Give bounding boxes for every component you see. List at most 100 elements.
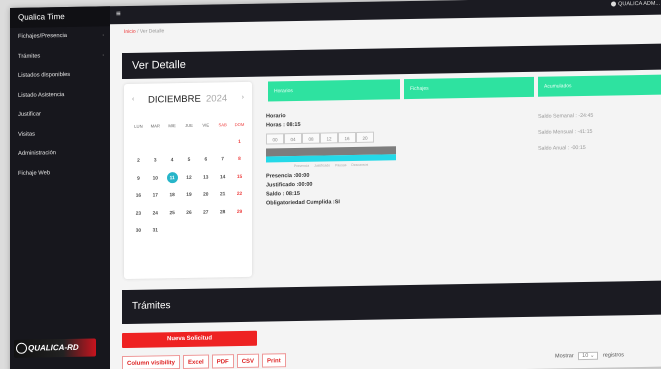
calendar-day[interactable]: 24 — [147, 209, 164, 227]
page-length-select[interactable]: 10 ⌄ — [578, 351, 599, 361]
calendar-day[interactable]: 6 — [197, 155, 214, 173]
calendar-day[interactable]: 21 — [214, 190, 231, 208]
show-label: Mostrar — [555, 353, 574, 360]
calendar-day[interactable]: 7 — [214, 155, 231, 173]
tab-acumulados[interactable]: Acumulados — [538, 74, 661, 97]
horario-summary: Presencia :00:00 Justificado :00:00 Sald… — [266, 170, 426, 209]
calendar-day[interactable]: 17 — [147, 191, 164, 209]
calendar-day[interactable]: 13 — [197, 173, 214, 191]
calendar-day[interactable]: 11 — [164, 171, 181, 192]
user-menu[interactable]: QUALICA ADM... — [611, 1, 660, 8]
calendar-day[interactable]: 10 — [147, 174, 164, 192]
screen: Qualica Time Fichajes/Presencia › Trámit… — [0, 0, 661, 369]
weekday-label: JUE — [184, 122, 193, 128]
sidebar-item-administracion[interactable]: Administración — [10, 143, 110, 164]
time-slot: 08 — [302, 132, 320, 144]
calendar-empty-cell — [181, 138, 198, 156]
calendar-day[interactable]: 15 — [231, 172, 248, 190]
breadcrumb-separator: / — [137, 28, 139, 35]
chevron-right-icon: › — [102, 32, 104, 39]
sidebar-item-label: Fichajes/Presencia — [18, 33, 67, 40]
calendar-day[interactable]: 8 — [231, 155, 248, 173]
calendar-empty-cell — [164, 139, 181, 157]
chevron-left-icon[interactable]: ‹ — [132, 96, 134, 103]
saldos-panel: Saldo Semanal : -24:45 Saldo Mensual : -… — [538, 108, 593, 157]
chevron-down-icon: ⌄ — [589, 352, 595, 359]
schedule-bar — [266, 146, 396, 163]
calendar-day[interactable]: 26 — [181, 208, 198, 226]
schedule-bar-presence — [266, 154, 396, 163]
weekday-label: VIE — [202, 122, 210, 128]
week-row: 16 17 18 19 20 21 22 — [130, 190, 248, 210]
breadcrumb-home-link[interactable]: Inicio — [124, 29, 136, 35]
print-button[interactable]: Print — [262, 353, 286, 368]
csv-button[interactable]: CSV — [236, 353, 260, 369]
records-label: registros — [602, 352, 625, 359]
page-length-control: Mostrar 10 ⌄ registros — [555, 351, 625, 361]
weekday-row: LUN MAR MIE JUE VIE SAB DOM — [130, 120, 248, 140]
sidebar-item-fichajes[interactable]: Fichajes/Presencia › — [10, 26, 110, 47]
calendar-day[interactable]: 12 — [181, 173, 198, 191]
breadcrumb: Inicio / Ver Detalle — [124, 28, 164, 35]
sidebar-item-label: Listados disponibles — [18, 71, 71, 79]
calendar-day[interactable]: 20 — [197, 190, 214, 208]
calendar-day[interactable]: 18 — [164, 191, 181, 209]
horario-panel: Horario Horas : 08:15 00 04 08 12 16 20 … — [266, 111, 426, 209]
menu-toggle-icon[interactable]: ≡ — [116, 9, 121, 18]
calendar-day[interactable]: 23 — [130, 209, 147, 227]
sidebar-item-label: Trámites — [18, 52, 41, 60]
calendar-grid: LUN MAR MIE JUE VIE SAB DOM 1 2 3 4 5 6 7 8 9 10 1… — [130, 120, 248, 245]
column-visibility-button[interactable]: Column visibility — [122, 355, 181, 369]
logo-text: QUALICA-RD — [28, 342, 79, 353]
calendar-day[interactable]: 31 — [147, 226, 164, 244]
excel-button[interactable]: Excel — [183, 354, 209, 369]
legend-item: Descansos — [351, 162, 369, 168]
sidebar-item-justificar[interactable]: Justificar — [10, 104, 110, 125]
calendar-day[interactable]: 27 — [197, 208, 214, 226]
calendar-day[interactable]: 22 — [231, 190, 248, 208]
new-request-button[interactable]: Nueva Solicitud — [122, 330, 257, 349]
calendar-day[interactable]: 28 — [214, 208, 231, 226]
sidebar-item-asistencia[interactable]: Listado Asistencia — [10, 85, 110, 106]
week-row: 9 10 11 12 13 14 15 — [130, 171, 248, 192]
calendar-day[interactable]: 5 — [181, 156, 198, 174]
saldo-anual: Saldo Anual : -00:15 — [538, 144, 586, 152]
page-length-value: 10 — [582, 352, 589, 360]
tab-fichajes[interactable]: Fichajes — [404, 76, 534, 100]
schedule-legend: Presencia Justificado Pausas Descansos — [294, 162, 426, 168]
weekday-label: MIE — [168, 123, 176, 129]
main-content: Inicio / Ver Detalle Ver Detalle ‹ DICIE… — [110, 14, 661, 369]
calendar-day[interactable]: 16 — [130, 192, 147, 210]
legend-item: Pausas — [335, 163, 347, 168]
summary-obligatoriedad: Obligatoriedad Cumplida :SI — [266, 199, 340, 207]
calendar-empty-cell — [231, 225, 248, 243]
calendar-day[interactable]: 30 — [130, 227, 147, 245]
calendar-day[interactable]: 29 — [231, 207, 248, 225]
sidebar: Qualica Time Fichajes/Presencia › Trámit… — [10, 6, 110, 369]
sidebar-item-tramites[interactable]: Trámites › — [10, 46, 110, 67]
weekday-label: SAB — [218, 122, 227, 128]
calendar-empty-cell — [164, 226, 181, 244]
week-row: 23 24 25 26 27 28 29 — [130, 207, 248, 227]
calendar-day[interactable]: 14 — [214, 173, 231, 191]
pdf-button[interactable]: PDF — [211, 354, 234, 369]
chevron-right-icon[interactable]: › — [242, 94, 244, 101]
horario-hours: Horas : 08:15 — [266, 121, 301, 129]
sidebar-item-visitas[interactable]: Visitas — [10, 124, 110, 145]
user-icon — [611, 1, 617, 7]
calendar-day[interactable]: 1 — [231, 137, 248, 155]
logo-mark-icon — [16, 342, 27, 354]
calendar-day[interactable]: 25 — [164, 209, 181, 227]
calendar-day[interactable]: 19 — [181, 191, 198, 209]
app-title[interactable]: Qualica Time — [10, 6, 110, 28]
sidebar-item-fichaje-web[interactable]: Fichaje Web — [10, 163, 110, 184]
time-slot: 04 — [284, 132, 302, 145]
company-logo: QUALICA-RD — [14, 338, 96, 358]
calendar-day[interactable]: 2 — [130, 157, 147, 175]
calendar-weeks: 1 2 3 4 5 6 7 8 9 10 11 12 13 14 15 16 17 18 19 20 21 22 23 24 2… — [130, 137, 248, 244]
calendar-day[interactable]: 3 — [147, 156, 164, 174]
tramites-header: Trámites — [122, 280, 661, 325]
tab-horarios[interactable]: Horarios — [268, 79, 400, 102]
calendar-day[interactable]: 9 — [130, 174, 147, 192]
sidebar-item-listados[interactable]: Listados disponibles — [10, 65, 110, 86]
